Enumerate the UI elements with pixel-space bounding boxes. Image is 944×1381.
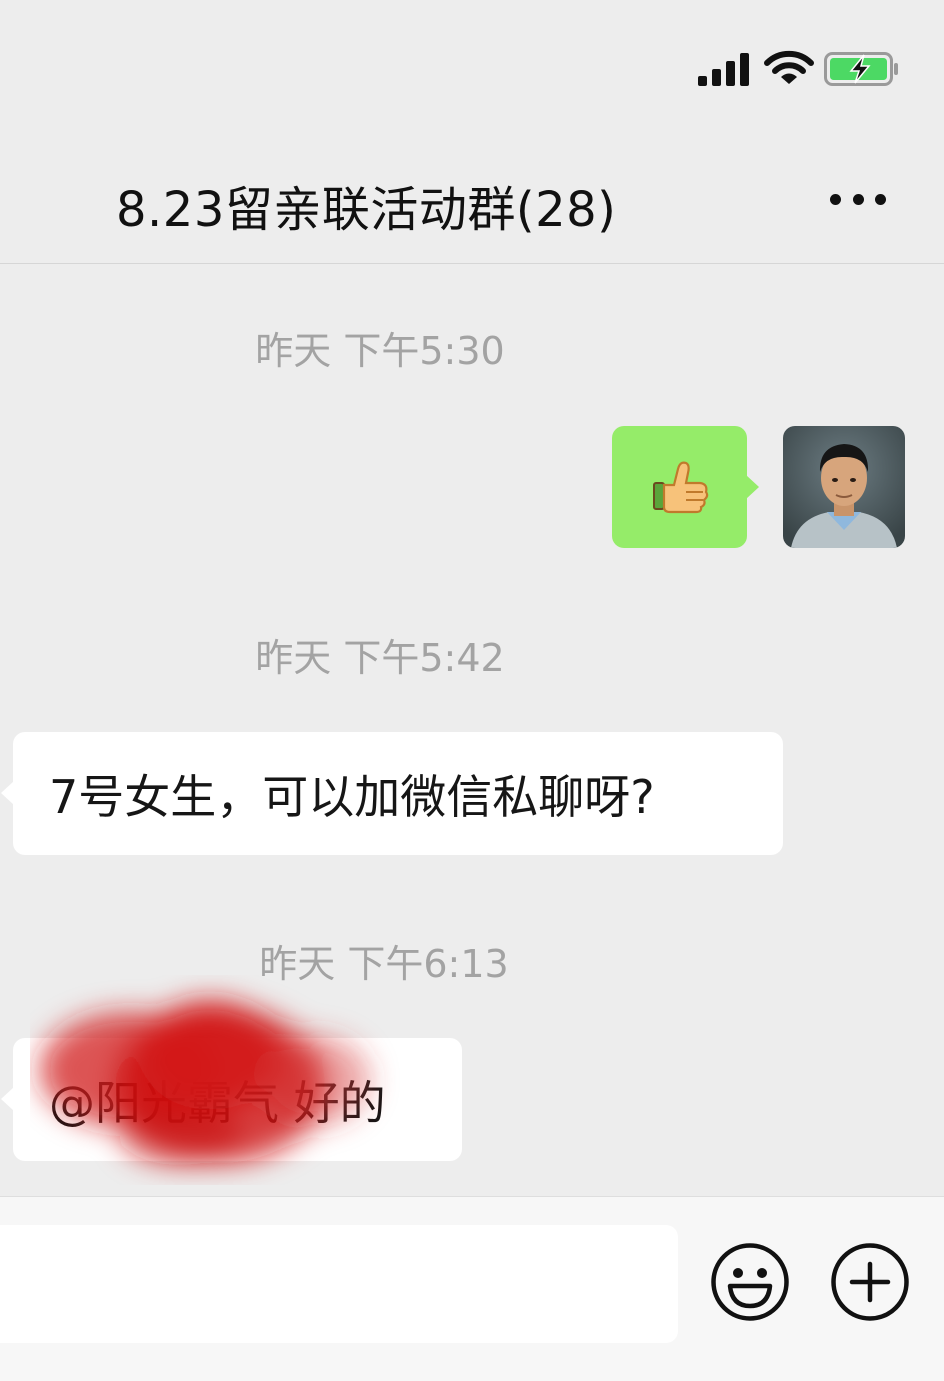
chat-header: 8.23留亲联活动群(28): [0, 130, 944, 264]
received-message-bubble[interactable]: 7号女生，可以加微信私聊呀?: [1, 732, 783, 855]
status-bar: [0, 0, 944, 120]
thumbs-up-icon: [652, 461, 708, 514]
message-timestamp: 昨天 下午6:13: [259, 942, 509, 986]
user-avatar[interactable]: [783, 426, 905, 548]
sent-message-bubble[interactable]: [612, 426, 759, 548]
received-message-bubble[interactable]: @阳光霸气 好的: [1, 1038, 462, 1161]
chat-title[interactable]: 8.23留亲联活动群(28): [116, 170, 616, 240]
emoji-icon[interactable]: [710, 1242, 790, 1322]
message-input[interactable]: [0, 1225, 678, 1343]
more-dots-icon[interactable]: [826, 182, 890, 216]
plus-icon[interactable]: [830, 1242, 910, 1322]
message-text: 7号女生，可以加微信私聊呀?: [49, 769, 655, 824]
message-input-bar: [0, 1196, 944, 1381]
wifi-icon: [764, 50, 814, 84]
message-text: @阳光霸气 好的: [49, 1075, 386, 1130]
signal-strength-icon: [698, 53, 749, 86]
message-timestamp: 昨天 下午5:42: [255, 636, 505, 680]
message-timestamp: 昨天 下午5:30: [255, 329, 505, 373]
battery-charging-icon: [824, 52, 898, 86]
